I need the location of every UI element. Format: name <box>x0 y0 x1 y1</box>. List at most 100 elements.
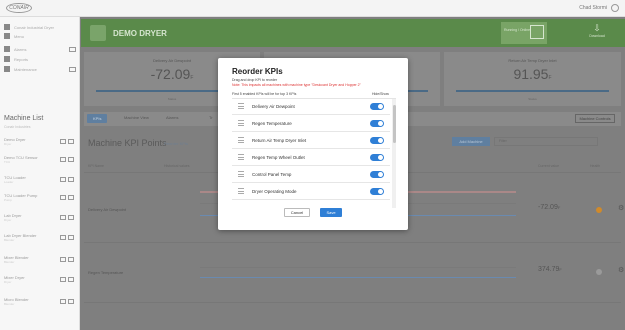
modal-note: Note: This impacts all machines with mac… <box>232 83 361 87</box>
machine-list-item[interactable]: Demo Dryer Dryer <box>4 137 76 155</box>
machine-list-item[interactable]: Mixer Dryer Dryer <box>4 275 76 293</box>
dryer-icon <box>90 25 106 41</box>
sidebar-item-label: Alarms <box>14 46 27 52</box>
kpi-visibility-toggle[interactable] <box>370 137 384 144</box>
scrollbar-thumb[interactable] <box>392 105 396 143</box>
kpi-visibility-toggle[interactable] <box>370 120 384 127</box>
sidebar-item-reports[interactable]: Reports <box>4 55 76 63</box>
current-number: 374.79 <box>538 266 560 273</box>
current-unit: F <box>557 205 561 210</box>
tab-kpis[interactable]: KPIs <box>87 114 108 123</box>
col-health: Health <box>590 164 601 168</box>
kpi-bar <box>456 90 609 92</box>
kpi-number: -72.09 <box>150 66 191 82</box>
gear-icon[interactable]: ⚙ <box>618 266 624 274</box>
machine-list-item[interactable]: Lab Dryer Blender Blender <box>4 233 76 251</box>
table-row <box>84 302 621 330</box>
gear-icon[interactable]: ⚙ <box>618 204 624 212</box>
maintenance-badge <box>69 66 76 72</box>
download-icon: ⇩ <box>593 23 601 33</box>
filter-input[interactable]: Filter <box>494 137 598 146</box>
machine-list-item[interactable]: Mixer Blender Blender <box>4 255 76 273</box>
download-button[interactable]: ⇩ Download <box>577 23 617 43</box>
user-menu[interactable]: Chad Stormi <box>579 5 607 11</box>
machine-list-item[interactable]: Demo TCU Sensor TCU <box>4 155 76 173</box>
machine-status-icons <box>60 277 74 282</box>
sidebar-item-label: Maintenance <box>14 66 37 72</box>
kpi-label: Return Air Temp Dryer Inlet <box>508 58 557 63</box>
machine-list-item[interactable]: TCU Loader Pump Pump <box>4 193 76 211</box>
cancel-button[interactable]: Cancel <box>284 208 310 217</box>
machine-title: DEMO DRYER <box>113 29 167 38</box>
machine-status: Running / Online <box>501 22 547 44</box>
machine-status-icons <box>60 299 74 304</box>
sidebar-item-dashboard[interactable]: Conair Industrial Dryer <box>4 23 76 31</box>
drag-handle-icon[interactable] <box>238 171 244 177</box>
tab-trends[interactable]: Tr <box>209 115 213 120</box>
current-unit: F <box>559 267 562 272</box>
reorder-kpis-link[interactable]: Reorder KPIs <box>164 141 188 146</box>
machine-list-item[interactable]: Micro Blender Blender <box>4 297 76 315</box>
drag-handle-icon[interactable] <box>238 120 244 126</box>
drag-handle-icon[interactable] <box>238 188 244 194</box>
sidebar-item-alarms[interactable]: Alarms <box>4 45 76 53</box>
kpi-reorder-item[interactable]: Dryer Operating Mode <box>232 184 390 200</box>
brand-logo[interactable]: CONAIR <box>6 3 32 13</box>
drag-handle-icon[interactable] <box>238 137 244 143</box>
machine-controls-button[interactable]: Machine Controls <box>575 114 615 123</box>
kpi-visibility-toggle[interactable] <box>370 171 384 178</box>
kpi-visibility-toggle[interactable] <box>370 103 384 110</box>
chart-icon <box>4 33 10 39</box>
machine-status-icons <box>60 177 74 182</box>
kpi-item-label: Delivery Air Dewpoint <box>252 104 295 109</box>
sidebar-item-menu[interactable]: Menu <box>4 32 76 40</box>
kpi-reorder-item[interactable]: Control Panel Temp <box>232 167 390 183</box>
bell-icon <box>4 46 10 52</box>
health-indicator <box>596 207 602 213</box>
col-kpi-name: KPI Name <box>88 164 104 168</box>
machine-list-item[interactable]: TCU Loader Loader <box>4 175 76 193</box>
history-chart <box>200 253 516 297</box>
help-icon[interactable] <box>611 4 619 12</box>
tab-machine-view[interactable]: Machine View <box>124 115 149 120</box>
save-button[interactable]: Save <box>320 208 342 217</box>
top-bar: CONAIR Chad Stormi <box>0 0 625 17</box>
list-scrollbar[interactable] <box>392 99 396 208</box>
kpi-row-name: Regen Temperature <box>88 270 124 275</box>
machine-status-icons <box>60 139 74 144</box>
kpi-reorder-item[interactable]: Delivery Air Dewpoint <box>232 99 390 115</box>
tab-alarms[interactable]: Alarms <box>166 115 178 120</box>
kpi-value: 91.95F <box>444 66 621 82</box>
drag-handle-icon[interactable] <box>238 154 244 160</box>
sidebar-item-label: Menu <box>14 33 25 39</box>
sidebar-item-maintenance[interactable]: Maintenance <box>4 65 76 73</box>
app-page: CONAIR Chad Stormi Conair Industrial Dry… <box>0 0 625 330</box>
modal-description: Drag and drop KPI to reorder <box>232 78 278 82</box>
add-machine-button[interactable]: Add Machine <box>452 137 490 146</box>
machine-status-icons <box>60 157 74 162</box>
kpi-reorder-item[interactable]: Regen Temp Wheel Outlet <box>232 150 390 166</box>
sidebar: Conair Industrial Dryer Menu Alarms Repo… <box>0 17 80 330</box>
modal-subhead: First 5 enabled KPIs will be for top 3 K… <box>232 92 297 96</box>
machine-status-icons <box>60 215 74 220</box>
status-label: Running / Online <box>504 28 531 32</box>
wrench-icon <box>4 66 10 72</box>
check-icon <box>530 25 544 39</box>
kpi-current-value: 374.79F <box>538 266 562 273</box>
table-row: Regen Temperature 374.79F ⚙ <box>84 242 624 302</box>
grid-line <box>200 267 516 268</box>
machine-status-icons <box>60 257 74 262</box>
alarm-badge <box>69 46 76 52</box>
kpi-visibility-toggle[interactable] <box>370 154 384 161</box>
drag-handle-icon[interactable] <box>238 103 244 109</box>
kpi-item-label: Regen Temperature <box>252 121 292 126</box>
reorder-kpis-modal: Reorder KPIs Drag and drop KPI to reorde… <box>218 58 408 230</box>
kpi-reorder-item[interactable]: Return Air Temp Dryer Inlet <box>232 133 390 149</box>
kpi-current-value: -72.09F <box>538 204 560 211</box>
kpi-unit: F <box>190 75 194 81</box>
kpi-card: Return Air Temp Dryer Inlet 91.95F Statu… <box>444 52 621 106</box>
kpi-visibility-toggle[interactable] <box>370 188 384 195</box>
kpi-reorder-item[interactable]: Regen Temperature <box>232 116 390 132</box>
machine-list-item[interactable]: Lab Dryer Dryer <box>4 213 76 231</box>
current-number: -72.09 <box>538 204 558 211</box>
